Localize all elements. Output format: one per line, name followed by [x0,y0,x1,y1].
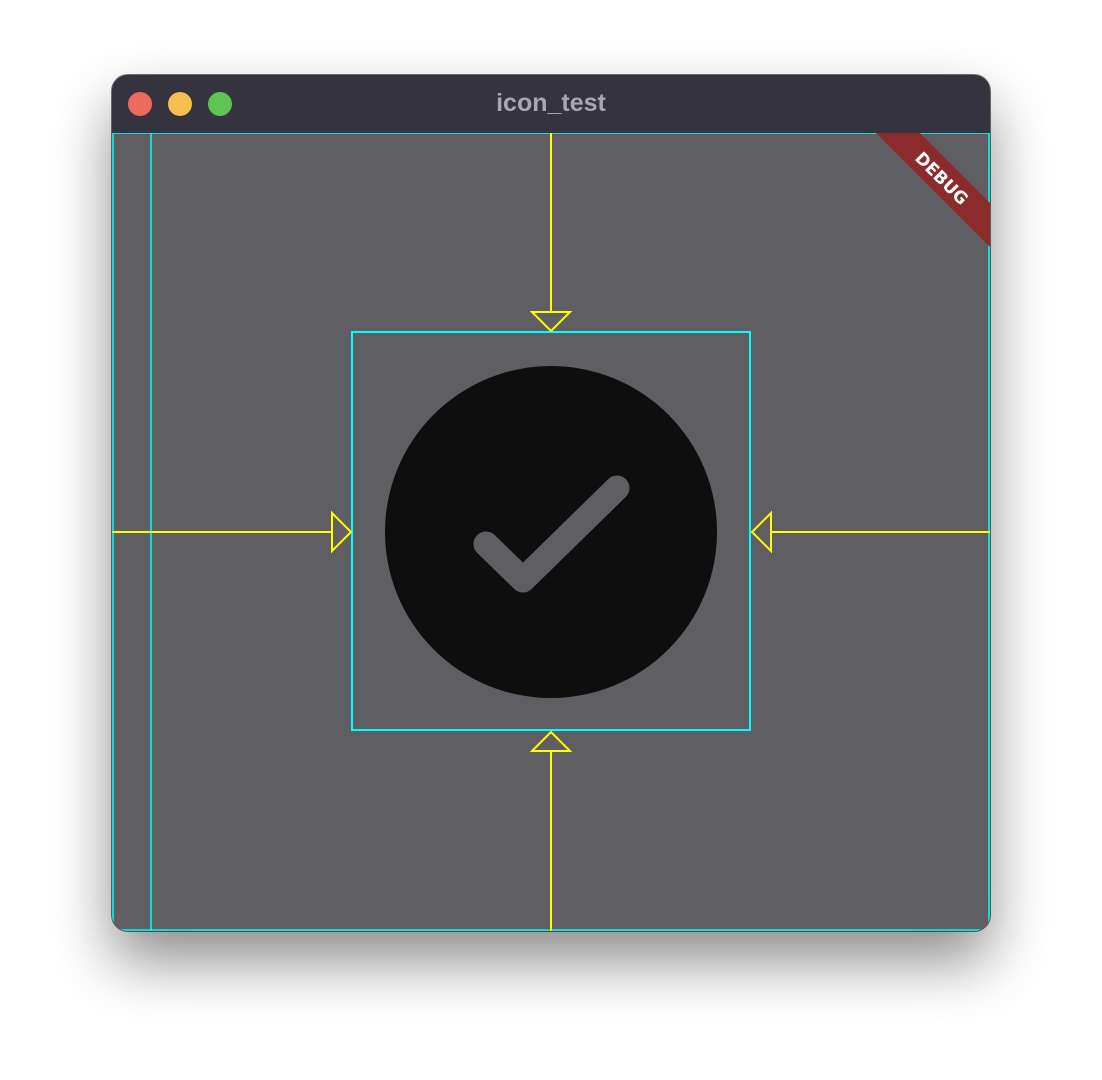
debug-paint-layer: DEBUG [112,133,990,931]
debug-banner-ribbon [876,133,990,247]
check-circle-icon [385,366,717,698]
arrow-left-head [331,510,353,554]
app-window: icon_test DEBUG [112,75,990,931]
debug-banner: DEBUG [876,133,990,247]
arrow-bottom-head [529,730,573,752]
arrow-right-head [750,510,772,554]
arrow-top-head [529,311,573,333]
title-bar[interactable]: icon_test [112,75,990,133]
icon-circle [385,366,717,698]
window-title: icon_test [496,89,606,117]
app-content: DEBUG [112,133,990,931]
